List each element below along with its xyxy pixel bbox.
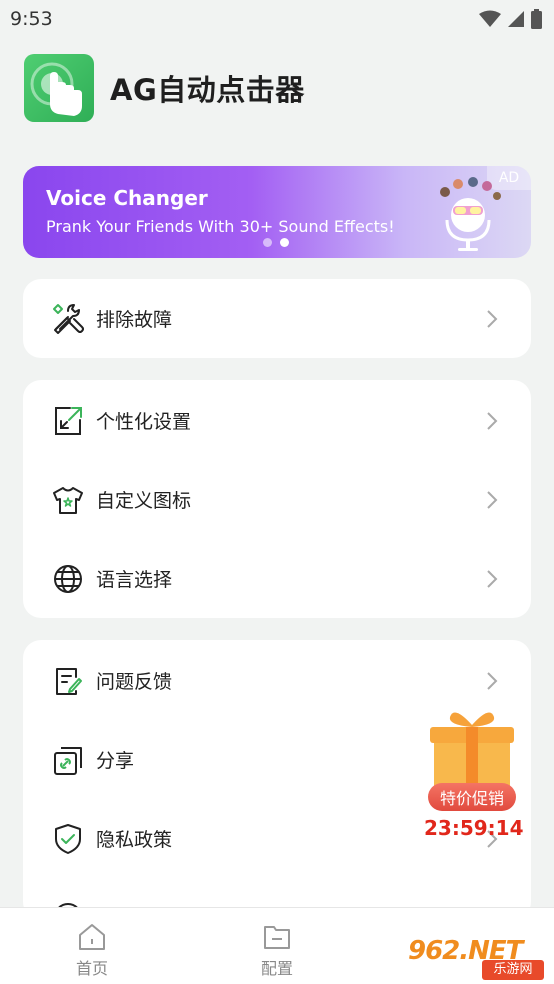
gift-box-icon: [430, 712, 514, 787]
promo-gift-widget[interactable]: 特价促销 23:59:14: [424, 705, 524, 845]
tab-config[interactable]: 配置: [227, 908, 327, 984]
menu-item-label: 问题反馈: [96, 671, 173, 693]
status-bar: 9:53: [0, 0, 554, 38]
ad-subtitle: Prank Your Friends With 30+ Sound Effect…: [46, 217, 395, 236]
feedback-doc-icon: [51, 664, 85, 698]
battery-icon: [531, 9, 542, 29]
tshirt-icon: [51, 483, 85, 517]
menu-item-custom-icon[interactable]: 自定义图标: [23, 460, 531, 539]
menu-item-label: 隐私政策: [96, 829, 173, 851]
expand-square-icon: [51, 404, 85, 438]
menu-item-language[interactable]: 语言选择: [23, 539, 531, 618]
menu-item-label: 排除故障: [96, 309, 173, 331]
share-link-icon: [51, 743, 85, 777]
menu-item-label: 自定义图标: [96, 490, 192, 512]
menu-item-label: 分享: [96, 750, 135, 772]
ad-pager[interactable]: [263, 238, 289, 247]
home-icon: [79, 924, 105, 950]
app-title: AG自动点击器: [110, 73, 305, 107]
globe-icon: [51, 562, 85, 596]
voice-changer-mic-icon: [440, 177, 501, 251]
tab-home[interactable]: 首页: [42, 908, 142, 984]
tab-label: 首页: [75, 959, 108, 978]
ad-banner[interactable]: Voice Changer Prank Your Friends With 30…: [23, 166, 531, 258]
chevron-right-icon: [487, 671, 498, 690]
chevron-right-icon: [487, 411, 498, 430]
chevron-right-icon: [487, 490, 498, 509]
menu-card-settings: 个性化设置 自定义图标 语言选择: [23, 380, 531, 618]
app-logo-icon: [24, 54, 94, 122]
wifi-icon: [479, 10, 501, 27]
promo-countdown: 23:59:14: [424, 816, 524, 840]
watermark-logo: 962.NET 乐游网: [408, 930, 548, 982]
chevron-right-icon: [487, 309, 498, 328]
menu-item-label: 语言选择: [96, 569, 173, 591]
ad-title: Voice Changer: [46, 186, 208, 210]
shield-check-icon: [51, 822, 85, 856]
wrench-screwdriver-icon: [51, 302, 85, 336]
ad-pager-dot[interactable]: [263, 238, 272, 247]
menu-item-troubleshoot[interactable]: 排除故障: [23, 279, 531, 358]
folder-icon: [264, 926, 290, 949]
status-icons: [479, 9, 542, 29]
tab-label: 配置: [260, 959, 293, 978]
menu-item-label: 个性化设置: [96, 411, 192, 433]
chevron-right-icon: [487, 569, 498, 588]
watermark-sub: 乐游网: [482, 960, 544, 980]
app-header: AG自动点击器: [24, 54, 305, 122]
menu-item-personalize[interactable]: 个性化设置: [23, 381, 531, 460]
menu-card-troubleshoot: 排除故障: [23, 279, 531, 358]
ad-pager-dot-active[interactable]: [280, 238, 289, 247]
promo-tag: 特价促销: [428, 783, 516, 811]
signal-icon: [508, 11, 524, 27]
status-time: 9:53: [10, 8, 53, 30]
